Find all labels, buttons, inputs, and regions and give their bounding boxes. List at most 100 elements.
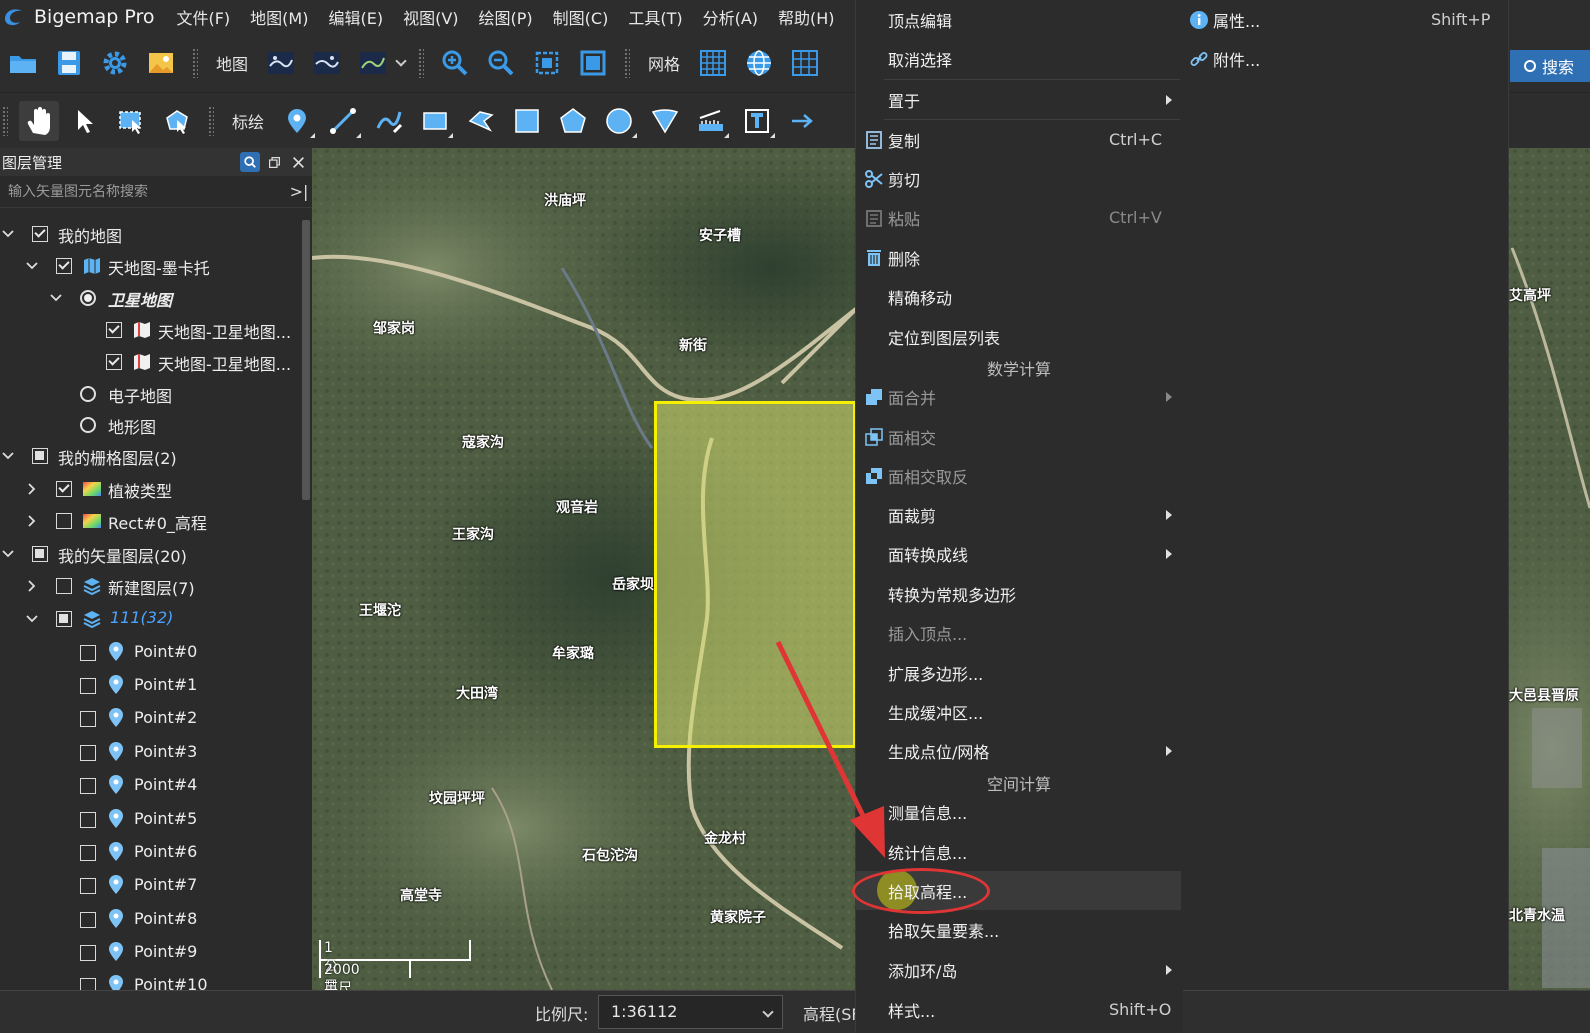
- layer-search-input[interactable]: [0, 183, 286, 200]
- tree-scrollbar[interactable]: [300, 220, 312, 990]
- layer-checkbox[interactable]: [80, 845, 96, 861]
- layer-checkbox[interactable]: [106, 322, 122, 338]
- tree-node-point[interactable]: Point#2: [0, 705, 300, 733]
- close-icon[interactable]: [288, 152, 308, 172]
- menu-item-deselect[interactable]: 取消选择: [856, 39, 1182, 78]
- tree-node-point[interactable]: Point#0: [0, 639, 300, 667]
- toolbar-grip[interactable]: [192, 48, 198, 78]
- chevron-right-icon[interactable]: [24, 513, 40, 529]
- layer-checkbox[interactable]: [80, 912, 96, 928]
- layer-checkbox[interactable]: [56, 611, 72, 627]
- zoom-out-button[interactable]: [481, 43, 521, 83]
- layer-checkbox[interactable]: [80, 778, 96, 794]
- save-button[interactable]: [49, 43, 89, 83]
- chevron-right-icon[interactable]: [24, 578, 40, 594]
- scrollbar-thumb[interactable]: [302, 220, 310, 500]
- map-source-1-button[interactable]: [261, 43, 301, 83]
- rect-select-button[interactable]: [111, 101, 151, 141]
- chevron-down-icon[interactable]: [24, 611, 40, 627]
- menu-item-arrange[interactable]: 置于: [856, 80, 1182, 119]
- collapse-panel-icon[interactable]: >|: [286, 182, 312, 201]
- map-source-2-button[interactable]: [307, 43, 347, 83]
- layer-checkbox[interactable]: [80, 678, 96, 694]
- chevron-down-icon[interactable]: [395, 55, 407, 67]
- basemap-radio[interactable]: [80, 290, 96, 306]
- settings-button[interactable]: [95, 43, 135, 83]
- layer-checkbox[interactable]: [80, 878, 96, 894]
- menu-cartography[interactable]: 制图(C): [553, 5, 609, 29]
- tree-node-point[interactable]: Point#9: [0, 939, 300, 967]
- layer-checkbox[interactable]: [32, 448, 48, 464]
- open-folder-button[interactable]: [3, 43, 43, 83]
- chevron-down-icon[interactable]: [0, 226, 16, 242]
- layer-checkbox[interactable]: [32, 546, 48, 562]
- menu-item-paste[interactable]: 粘贴 Ctrl+V: [856, 198, 1182, 237]
- lnglat-grid-button[interactable]: [739, 43, 779, 83]
- basemap-radio[interactable]: [80, 386, 96, 402]
- layer-checkbox[interactable]: [80, 812, 96, 828]
- draw-point-button[interactable]: [277, 101, 317, 141]
- draw-square-button[interactable]: [507, 101, 547, 141]
- image-button[interactable]: [141, 43, 181, 83]
- tree-node-terrain-map[interactable]: 地形图: [0, 411, 300, 439]
- tree-node-electronic-map[interactable]: 电子地图: [0, 380, 300, 408]
- polygon-select-button[interactable]: [157, 101, 197, 141]
- menu-edit[interactable]: 编辑(E): [328, 5, 383, 29]
- menu-item-polygon-intersect[interactable]: 面相交: [856, 417, 1182, 456]
- menu-item-add-ring-island[interactable]: 添加环/岛: [856, 950, 1182, 989]
- menu-item-attachments[interactable]: 附件...: [1181, 39, 1507, 78]
- scale-select[interactable]: 1:36112: [598, 995, 783, 1029]
- grid-button[interactable]: [693, 43, 733, 83]
- menu-item-expand-polygon[interactable]: 扩展多边形...: [856, 653, 1182, 692]
- menu-item-cut[interactable]: 剪切: [856, 159, 1182, 198]
- text-annotation-button[interactable]: [737, 101, 777, 141]
- menu-item-copy[interactable]: 复制 Ctrl+C: [856, 120, 1182, 159]
- menu-item-generate-points-grid[interactable]: 生成点位/网格: [856, 731, 1182, 770]
- menu-item-insert-vertex[interactable]: 插入顶点...: [856, 613, 1182, 652]
- menu-item-polygon-to-line[interactable]: 面转换成线: [856, 534, 1182, 573]
- chevron-down-icon[interactable]: [48, 290, 64, 306]
- layer-checkbox[interactable]: [80, 711, 96, 727]
- menu-draw[interactable]: 绘图(P): [479, 5, 533, 29]
- restore-window-icon[interactable]: [264, 152, 284, 172]
- tree-node-satellite-sublayer[interactable]: 天地图-卫星地图...: [0, 316, 300, 344]
- menu-map[interactable]: 地图(M): [250, 5, 308, 29]
- tree-node-point[interactable]: Point#4: [0, 772, 300, 800]
- draw-polygon-button[interactable]: [553, 101, 593, 141]
- full-extent-button[interactable]: [573, 43, 613, 83]
- tree-node-layer-111[interactable]: 111(32): [0, 605, 300, 633]
- menu-item-measure-info[interactable]: 测量信息...: [856, 792, 1182, 831]
- tree-node-point[interactable]: Point#5: [0, 806, 300, 834]
- layer-checkbox[interactable]: [106, 354, 122, 370]
- menu-item-pick-vector-feature[interactable]: 拾取矢量要素...: [856, 910, 1182, 949]
- layer-checkbox[interactable]: [80, 745, 96, 761]
- tree-node-new-layer[interactable]: 新建图层(7): [0, 572, 300, 600]
- layer-checkbox[interactable]: [56, 481, 72, 497]
- toolbar-grip[interactable]: [208, 105, 214, 136]
- chevron-down-icon[interactable]: [0, 546, 16, 562]
- menu-item-style[interactable]: 样式... Shift+O: [856, 990, 1182, 1029]
- chevron-down-icon[interactable]: [0, 448, 16, 464]
- tree-node-satellite-map[interactable]: 卫星地图: [0, 284, 300, 312]
- tree-node-vegetation[interactable]: 植被类型: [0, 475, 300, 503]
- layer-checkbox[interactable]: [32, 226, 48, 242]
- measure-button[interactable]: [691, 101, 731, 141]
- km-grid-button[interactable]: [785, 43, 825, 83]
- zoom-extent-button[interactable]: [527, 43, 567, 83]
- search-icon[interactable]: [240, 152, 260, 172]
- tree-node-rect-elevation[interactable]: Rect#0_高程: [0, 507, 300, 535]
- draw-sector-button[interactable]: [645, 101, 685, 141]
- layer-checkbox[interactable]: [80, 978, 96, 990]
- tree-node-point[interactable]: Point#10: [0, 972, 300, 990]
- tree-node-point[interactable]: Point#6: [0, 839, 300, 867]
- draw-free-polygon-button[interactable]: [461, 101, 501, 141]
- zoom-in-button[interactable]: [435, 43, 475, 83]
- menu-item-precise-move[interactable]: 精确移动: [856, 277, 1182, 316]
- tree-node-raster-layers[interactable]: 我的栅格图层(2): [0, 442, 300, 470]
- menu-item-vertex-edit[interactable]: 顶点编辑: [856, 0, 1182, 39]
- tree-node-satellite-sublayer[interactable]: 天地图-卫星地图...: [0, 348, 300, 376]
- menu-item-locate-in-layer-list[interactable]: 定位到图层列表: [856, 317, 1182, 356]
- menu-tools[interactable]: 工具(T): [628, 5, 682, 29]
- basemap-radio[interactable]: [80, 417, 96, 433]
- menu-help[interactable]: 帮助(H): [778, 5, 835, 29]
